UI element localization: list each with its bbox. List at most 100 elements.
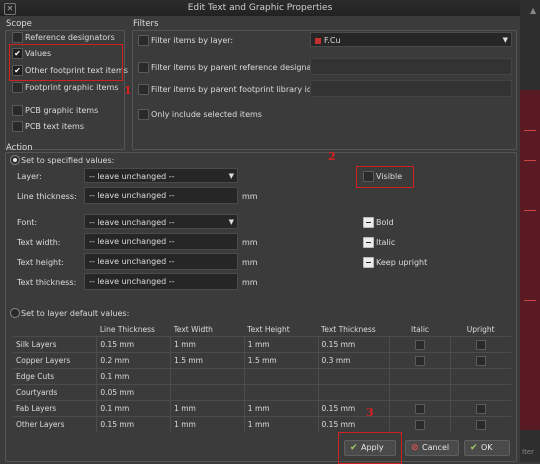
filter-layer-select[interactable]: F.Cu ▼ <box>310 32 512 47</box>
filter-lib-checkbox[interactable] <box>138 84 149 95</box>
text-height-input[interactable]: -- leave unchanged -- <box>84 253 238 270</box>
table-cell[interactable]: 1 mm <box>243 416 319 432</box>
table-header: Italic <box>411 324 430 334</box>
scope-title: Scope <box>6 19 32 29</box>
table-cell: Fab Layers <box>13 400 97 417</box>
table-cell[interactable]: 0.05 mm <box>96 384 171 401</box>
table-cell <box>170 384 245 401</box>
filter-lib-label: Filter items by parent footprint library… <box>151 85 315 94</box>
font-select[interactable]: -- leave unchanged -- ▼ <box>84 214 238 229</box>
upright-cell-checkbox[interactable] <box>475 339 486 350</box>
layer-defaults-radio[interactable] <box>10 308 20 318</box>
keep-upright-label: Keep upright <box>376 258 428 267</box>
table-cell <box>389 400 451 417</box>
italic-cell-checkbox[interactable] <box>415 419 426 430</box>
table-cell: Other Layers <box>13 416 97 432</box>
filter-ref-input[interactable] <box>310 58 512 75</box>
table-row: Fab Layers 0.1 mm 1 mm 1 mm 0.15 mm <box>13 400 511 417</box>
upright-cell-checkbox[interactable] <box>475 355 486 366</box>
cancel-button[interactable]: ⊘ Cancel <box>405 440 459 456</box>
table-cell <box>449 400 511 417</box>
table-cell: Courtyards <box>13 384 97 401</box>
scope-footprint-graphics-label: Footprint graphic items <box>25 83 119 92</box>
filter-layer-label: Filter items by layer: <box>151 36 234 45</box>
scope-reference-label: Reference designators <box>25 33 115 42</box>
table-cell[interactable]: 1 mm <box>243 336 319 353</box>
italic-cell-checkbox[interactable] <box>415 355 426 366</box>
table-row: Other Layers 0.15 mm 1 mm 1 mm 0.15 mm <box>13 416 511 432</box>
scope-pcb-graphics-checkbox[interactable] <box>12 105 23 116</box>
chevron-down-icon: ▼ <box>228 172 234 180</box>
table-cell[interactable]: 0.15 mm <box>317 416 390 432</box>
italic-cell-checkbox[interactable] <box>415 403 426 414</box>
scope-footprint-graphics-checkbox[interactable] <box>12 82 23 93</box>
table-cell[interactable]: 1 mm <box>170 400 245 417</box>
close-icon[interactable]: ✕ <box>4 3 16 15</box>
line-thickness-input[interactable]: -- leave unchanged -- <box>84 187 238 204</box>
scope-reference-checkbox[interactable] <box>12 32 23 43</box>
table-cell[interactable]: 0.3 mm <box>317 352 390 369</box>
scroll-up-icon[interactable]: ▲ <box>530 6 536 15</box>
italic-checkbox[interactable] <box>363 237 374 248</box>
table-row: Courtyards 0.05 mm <box>13 384 511 401</box>
filter-ref-checkbox[interactable] <box>138 62 149 73</box>
layer-color-swatch <box>315 38 321 44</box>
pcb-trace <box>524 300 536 301</box>
text-width-input[interactable]: -- leave unchanged -- <box>84 233 238 250</box>
table-cell <box>449 384 511 401</box>
table-cell <box>449 416 511 432</box>
table-cell[interactable]: 1.5 mm <box>243 352 319 369</box>
window-title: Edit Text and Graphic Properties <box>187 3 333 13</box>
filter-selected-checkbox[interactable] <box>138 109 149 120</box>
filter-layer-value: F.Cu <box>324 36 341 45</box>
table-cell: Copper Layers <box>13 352 97 369</box>
pcb-trace <box>524 160 536 161</box>
text-thickness-label: Text thickness: <box>17 278 77 287</box>
apply-button[interactable]: ✔ Apply <box>344 440 396 456</box>
table-cell[interactable]: 1 mm <box>170 336 245 353</box>
upright-cell-checkbox[interactable] <box>475 419 486 430</box>
pcb-trace <box>524 210 536 211</box>
layer-select[interactable]: -- leave unchanged -- ▼ <box>84 168 238 183</box>
pcb-canvas <box>520 90 540 430</box>
annotation-box-2 <box>356 166 414 188</box>
table-cell: Silk Layers <box>13 336 97 353</box>
annotation-number-3: 3 <box>366 406 374 419</box>
upright-cell-checkbox[interactable] <box>475 403 486 414</box>
text-thickness-unit: mm <box>242 278 258 287</box>
font-label: Font: <box>17 218 38 227</box>
font-select-value: -- leave unchanged -- <box>89 218 175 227</box>
table-cell <box>317 384 390 401</box>
ok-button[interactable]: ✔ OK <box>464 440 510 456</box>
table-cell[interactable]: 1.5 mm <box>170 352 245 369</box>
text-thickness-input[interactable]: -- leave unchanged -- <box>84 273 238 290</box>
annotation-number-2: 2 <box>328 150 336 163</box>
edit-text-dialog: Scope Reference designators ✔ Values ✔ O… <box>0 16 520 464</box>
keep-upright-checkbox[interactable] <box>363 257 374 268</box>
bold-checkbox[interactable] <box>363 217 374 228</box>
table-cell[interactable]: 1 mm <box>170 416 245 432</box>
italic-cell-checkbox[interactable] <box>415 339 426 350</box>
table-cell[interactable]: 1 mm <box>243 400 319 417</box>
table-cell[interactable]: 0.15 mm <box>317 400 390 417</box>
scope-pcb-text-checkbox[interactable] <box>12 121 23 132</box>
table-header: Line Thickness <box>99 324 155 334</box>
italic-label: Italic <box>376 238 396 247</box>
table-cell[interactable]: 0.15 mm <box>96 336 171 353</box>
table-header: Text Thickness <box>321 324 376 334</box>
table-cell <box>449 336 511 353</box>
specified-values-radio[interactable] <box>10 155 20 165</box>
filter-selected-label: Only include selected items <box>151 110 262 119</box>
table-cell[interactable]: 0.1 mm <box>96 368 171 385</box>
filter-layer-checkbox[interactable] <box>138 35 149 46</box>
table-cell[interactable]: 0.1 mm <box>96 400 171 417</box>
table-cell <box>243 384 319 401</box>
table-cell[interactable]: 0.15 mm <box>96 416 171 432</box>
side-label: Iter <box>522 448 534 456</box>
table-cell <box>243 368 319 385</box>
layer-defaults-table: Line Thickness Text Width Text Height Te… <box>13 322 511 432</box>
filter-lib-input[interactable] <box>310 80 512 97</box>
text-height-label: Text height: <box>17 258 64 267</box>
table-cell[interactable]: 0.15 mm <box>317 336 390 353</box>
table-cell[interactable]: 0.2 mm <box>96 352 171 369</box>
